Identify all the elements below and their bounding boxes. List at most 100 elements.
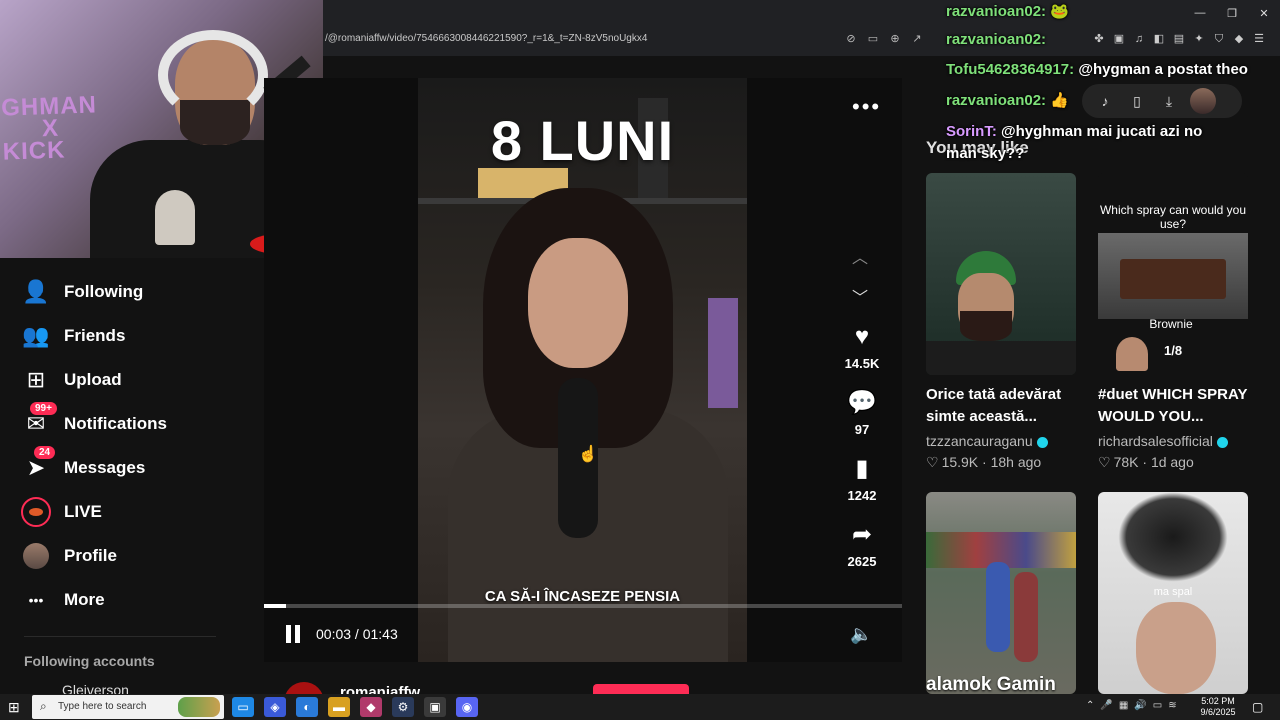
card-author[interactable]: richardsalesofficial — [1098, 433, 1228, 449]
browser-icon[interactable]: ◆ — [360, 697, 382, 717]
sidebar-item-live[interactable]: LIVE — [20, 496, 102, 528]
thumbnail-text: ma spal — [1153, 586, 1193, 598]
heart-icon[interactable]: ♥ — [838, 322, 886, 352]
recommended-video-card[interactable]: Which spray can would you use? Brownie 1… — [1098, 173, 1248, 473]
video-thumbnail[interactable]: ma spal — [1098, 492, 1248, 694]
steam-icon[interactable]: ⚙ — [392, 697, 414, 717]
vpn-icon[interactable]: ◆ — [1231, 31, 1247, 47]
notifications-icon: ✉ 99+ — [20, 402, 57, 440]
volume-icon[interactable]: 🔊 — [1134, 700, 1146, 711]
tab-icon[interactable]: ▣ — [1111, 31, 1127, 47]
address-bar[interactable]: /@romaniaffw/video/7546663008446221590?_… — [323, 28, 1280, 52]
video-thumbnail[interactable] — [926, 173, 1076, 375]
sidebar-toggle-icon[interactable]: ◧ — [1151, 31, 1167, 47]
window-controls: — ❐ ✕ — [1184, 0, 1280, 26]
discord-icon[interactable]: ◉ — [456, 697, 478, 717]
like-action[interactable]: ♥ 14.5K — [838, 322, 886, 371]
phone-icon[interactable]: ▯ — [1126, 93, 1148, 110]
chat-message: razvanioan02: — [946, 31, 1047, 48]
tiktok-icon[interactable]: ♪ — [1094, 93, 1116, 109]
following-icon: 👤 — [22, 279, 50, 304]
recommended-video-card[interactable]: alamok Gamin — [926, 492, 1076, 694]
edge-icon[interactable]: ◐ — [296, 697, 318, 717]
network-icon[interactable]: ▦ — [1119, 700, 1128, 711]
webcam-wall-text: GHMAN X KICK — [0, 91, 98, 166]
task-view-icon[interactable]: ▭ — [232, 697, 254, 717]
taskbar-search[interactable]: ⌕ Type here to search — [32, 695, 224, 719]
menu-icon[interactable]: ☰ — [1251, 31, 1267, 47]
share-icon[interactable]: ↗ — [909, 31, 925, 47]
book — [708, 298, 738, 408]
mic-icon[interactable]: 🎤 — [1100, 700, 1112, 711]
notification-center-icon[interactable]: ▢ — [1252, 700, 1263, 714]
comment-count: 97 — [854, 422, 870, 437]
sidebar: 👤 Following 👥 Friends ⊞ Upload ✉ 99+ Not… — [0, 258, 264, 698]
sidebar-item-friends[interactable]: 👥 Friends — [20, 320, 125, 352]
video-tools-pill: ♪ ▯ ⤓ — [1082, 84, 1242, 118]
recommended-video-card[interactable]: Orice tată adevărat simte această... tzz… — [926, 173, 1076, 473]
close-button[interactable]: ✕ — [1248, 0, 1280, 26]
sidebar-item-following[interactable]: 👤 Following — [20, 276, 143, 308]
taskbar-clock[interactable]: 5:02 PM 9/6/2025 — [1196, 696, 1240, 718]
comment-icon[interactable]: 💬 — [838, 388, 886, 418]
puzzle-icon[interactable]: ✤ — [1091, 31, 1107, 47]
chat-message: SorinT: @hyghman mai jucati azi no — [946, 123, 1203, 140]
verified-icon — [1036, 436, 1048, 448]
wallet-icon[interactable]: ▤ — [1171, 31, 1187, 47]
no-tracking-icon[interactable]: ⊘ — [843, 31, 859, 47]
sidebar-item-notifications[interactable]: ✉ 99+ Notifications — [20, 402, 167, 440]
video-progress-bar[interactable] — [264, 604, 902, 608]
wifi-icon[interactable]: ≋ — [1168, 700, 1176, 711]
video-overlay-title: 8 LUNI — [490, 109, 675, 172]
music-icon[interactable]: ♫ — [1131, 31, 1147, 47]
url-text[interactable]: /@romaniaffw/video/7546663008446221590?_… — [325, 33, 647, 44]
video-thumbnail[interactable]: alamok Gamin — [926, 492, 1076, 694]
pause-button[interactable] — [286, 624, 306, 644]
chevron-down-icon[interactable]: ﹀ — [852, 284, 868, 308]
live-icon — [20, 496, 52, 528]
brownie-tray — [1098, 233, 1248, 319]
notifications-badge: 99+ — [30, 402, 57, 415]
maximize-button[interactable]: ❐ — [1216, 0, 1248, 26]
chevron-up-icon[interactable]: ⌃ — [1086, 700, 1094, 711]
share-action[interactable]: ➦ 2625 — [838, 520, 886, 569]
card-title[interactable]: Orice tată adevărat simte această... — [926, 384, 1098, 428]
shield-icon[interactable]: ⛉ — [1211, 31, 1227, 47]
volume-icon[interactable]: 🔈 — [850, 624, 872, 645]
sidebar-item-messages[interactable]: ➤ 24 Messages — [20, 446, 145, 484]
more-options-icon[interactable]: ••• — [852, 94, 881, 120]
heart-outline-icon: ♡ — [926, 454, 939, 470]
share-arrow-icon[interactable]: ➦ — [838, 520, 886, 550]
video-player[interactable]: 8 LUNI CA SĂ-I ÎNCASEZE PENSIA 00:03 / 0… — [264, 78, 902, 662]
card-title[interactable]: #duet WHICH SPRAY WOULD YOU... — [1098, 384, 1270, 428]
card-author[interactable]: tzzzancauraganu — [926, 433, 1048, 449]
headset-icon — [158, 30, 268, 120]
recommended-video-card[interactable]: ma spal — [1098, 492, 1248, 694]
download-icon[interactable]: ⤓ — [1158, 93, 1180, 110]
video-thumbnail[interactable]: Which spray can would you use? Brownie 1… — [1098, 173, 1248, 375]
save-action[interactable]: ▮ 1242 — [838, 454, 886, 503]
windows-start-icon[interactable]: ⊞ — [8, 699, 20, 716]
video-subtitle: CA SĂ-I ÎNCASEZE PENSIA — [484, 588, 681, 605]
cast-icon[interactable]: ▭ — [865, 31, 881, 47]
bookmark-icon[interactable]: ▮ — [838, 454, 886, 484]
taskbar-apps: ▭ ◈ ◐ ▬ ◆ ⚙ ▣ ◉ — [232, 697, 478, 717]
video-frame[interactable]: 8 LUNI CA SĂ-I ÎNCASEZE PENSIA — [418, 78, 747, 662]
mouse-cursor-icon: ☝ — [578, 446, 598, 463]
video-time: 00:03 / 01:43 — [316, 626, 398, 642]
folder-icon[interactable]: ▬ — [328, 697, 350, 717]
user-avatar[interactable] — [1190, 88, 1216, 114]
follow-button[interactable] — [593, 684, 689, 694]
chevron-up-icon[interactable]: ︿ — [852, 244, 868, 268]
ai-icon[interactable]: ✦ — [1191, 31, 1207, 47]
comment-action[interactable]: 💬 97 — [838, 388, 886, 437]
minimize-button[interactable]: — — [1184, 0, 1216, 26]
copilot-icon[interactable]: ◈ — [264, 697, 286, 717]
terminal-icon[interactable]: ▣ — [424, 697, 446, 717]
battery-icon[interactable]: ▭ — [1153, 700, 1162, 711]
thumbnail-label: Brownie — [1149, 317, 1193, 331]
zoom-icon[interactable]: ⊕ — [887, 31, 903, 47]
sidebar-item-upload[interactable]: ⊞ Upload — [20, 364, 122, 396]
sidebar-item-profile[interactable]: Profile — [20, 540, 117, 572]
sidebar-item-more[interactable]: ••• More — [20, 584, 105, 616]
